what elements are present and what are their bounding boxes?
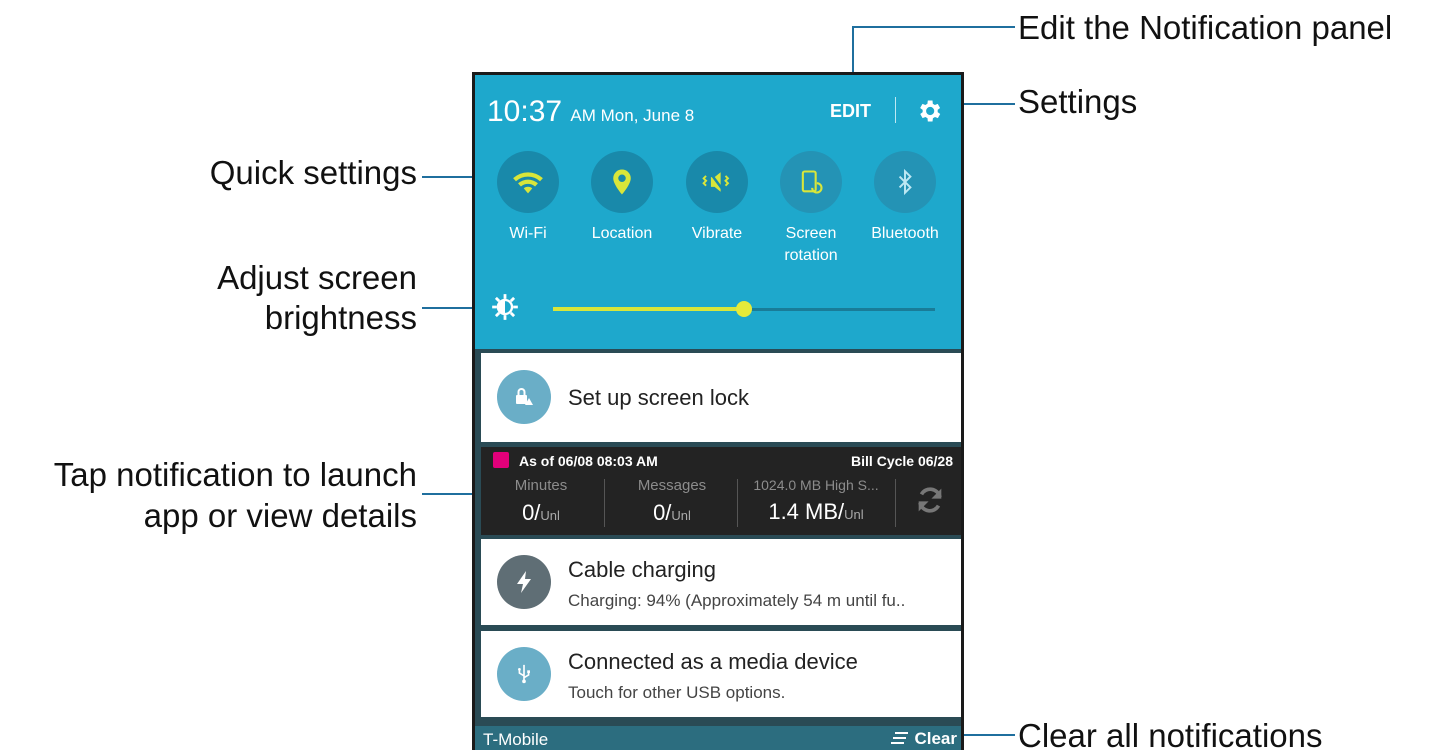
callout-line-settings <box>960 103 1015 105</box>
usage-divider <box>737 479 738 527</box>
usage-minutes: Minutes 0/Unl <box>485 477 597 526</box>
notification-title: Cable charging <box>568 557 716 582</box>
callout-clear-all: Clear all notifications <box>1018 717 1323 754</box>
callout-line-edit <box>852 26 1015 28</box>
usage-as-of: As of 06/08 08:03 AM <box>519 453 658 469</box>
quick-setting-wifi[interactable]: Wi-Fi <box>482 151 574 245</box>
usage-divider <box>895 479 896 527</box>
usage-messages-label: Messages <box>637 477 707 494</box>
quick-setting-bluetooth[interactable]: Bluetooth <box>859 151 951 245</box>
status-clock: 10:37 AM Mon, June 8 <box>487 95 694 129</box>
panel-footer: T-Mobile Clear <box>475 726 961 750</box>
clear-all-icon <box>891 732 909 744</box>
quick-setting-label: Location <box>591 225 653 242</box>
notification-panel: 10:37 AM Mon, June 8 EDIT Wi-Fi Location… <box>472 72 964 750</box>
callout-tap-2: app or view details <box>143 497 417 534</box>
notification-title: Set up screen lock <box>568 385 749 410</box>
notification-subtitle: Touch for other USB options. <box>568 683 786 702</box>
callout-brightness-2: brightness <box>264 299 417 336</box>
quick-setting-label: Wi-Fi <box>509 225 547 242</box>
usage-bill-cycle: Bill Cycle 06/28 <box>851 453 953 469</box>
location-icon <box>591 151 653 213</box>
usage-unit: Unl <box>844 507 864 522</box>
callout-brightness-1: Adjust screen <box>217 259 417 296</box>
quick-setting-screen-rotation[interactable]: Screen rotation <box>765 151 857 267</box>
status-time: 10:37 <box>487 95 563 128</box>
callout-edit-panel: Edit the Notification panel <box>1018 9 1393 46</box>
quick-setting-label: Screen rotation <box>784 225 838 264</box>
notification-subtitle: Charging: 94% (Approximately 54 m until … <box>568 591 906 610</box>
usb-icon <box>497 647 551 701</box>
usage-unit: Unl <box>671 508 691 523</box>
usage-minutes-label: Minutes <box>514 477 568 494</box>
brightness-fill <box>553 307 744 311</box>
notification-screen-lock[interactable]: Set up screen lock <box>481 353 961 442</box>
quick-setting-location[interactable]: Location <box>576 151 668 245</box>
quick-setting-label: Vibrate <box>691 225 743 242</box>
tmobile-icon <box>493 452 509 468</box>
usage-data-value: 1.4 MB/ <box>768 499 845 524</box>
screen-rotation-icon <box>780 151 842 213</box>
gear-icon[interactable] <box>915 97 943 130</box>
usage-messages-value: 0/ <box>653 500 672 525</box>
carrier-label: T-Mobile <box>483 730 549 749</box>
bluetooth-icon <box>874 151 936 213</box>
lock-warning-icon <box>497 370 551 424</box>
clear-label: Clear <box>914 729 957 748</box>
refresh-icon[interactable] <box>913 483 947 522</box>
brightness-icon <box>491 293 519 326</box>
callout-tap-1: Tap notification to launch <box>53 456 417 493</box>
vibrate-icon <box>686 151 748 213</box>
wifi-icon <box>497 151 559 213</box>
usage-data-label: 1024.0 MB High S... <box>753 477 879 493</box>
notification-title: Connected as a media device <box>568 649 858 674</box>
callout-settings: Settings <box>1018 83 1138 120</box>
lightning-icon <box>497 555 551 609</box>
usage-minutes-value: 0/ <box>522 500 541 525</box>
usage-unit: Unl <box>540 508 560 523</box>
notification-usb[interactable]: Connected as a media device Touch for ot… <box>481 631 961 717</box>
edit-button[interactable]: EDIT <box>830 101 871 122</box>
quick-setting-vibrate[interactable]: Vibrate <box>671 151 763 245</box>
status-date: AM Mon, June 8 <box>570 106 695 125</box>
notification-cable-charging[interactable]: Cable charging Charging: 94% (Approximat… <box>481 539 961 625</box>
brightness-slider-thumb[interactable] <box>736 301 752 317</box>
quick-setting-label: Bluetooth <box>871 225 939 242</box>
callout-quick-settings: Quick settings <box>209 154 417 191</box>
quick-settings-panel: 10:37 AM Mon, June 8 EDIT Wi-Fi Location… <box>475 75 961 349</box>
callout-line-tap <box>422 493 478 495</box>
usage-messages: Messages 0/Unl <box>611 477 733 526</box>
usage-divider <box>604 479 605 527</box>
clear-button[interactable]: Clear <box>891 729 957 749</box>
callout-line-clear <box>962 734 1015 736</box>
notification-tmobile-usage[interactable]: As of 06/08 08:03 AM Bill Cycle 06/28 Mi… <box>481 447 961 535</box>
header-divider <box>895 97 896 123</box>
usage-data: 1024.0 MB High S... 1.4 MB/Unl <box>741 477 891 525</box>
